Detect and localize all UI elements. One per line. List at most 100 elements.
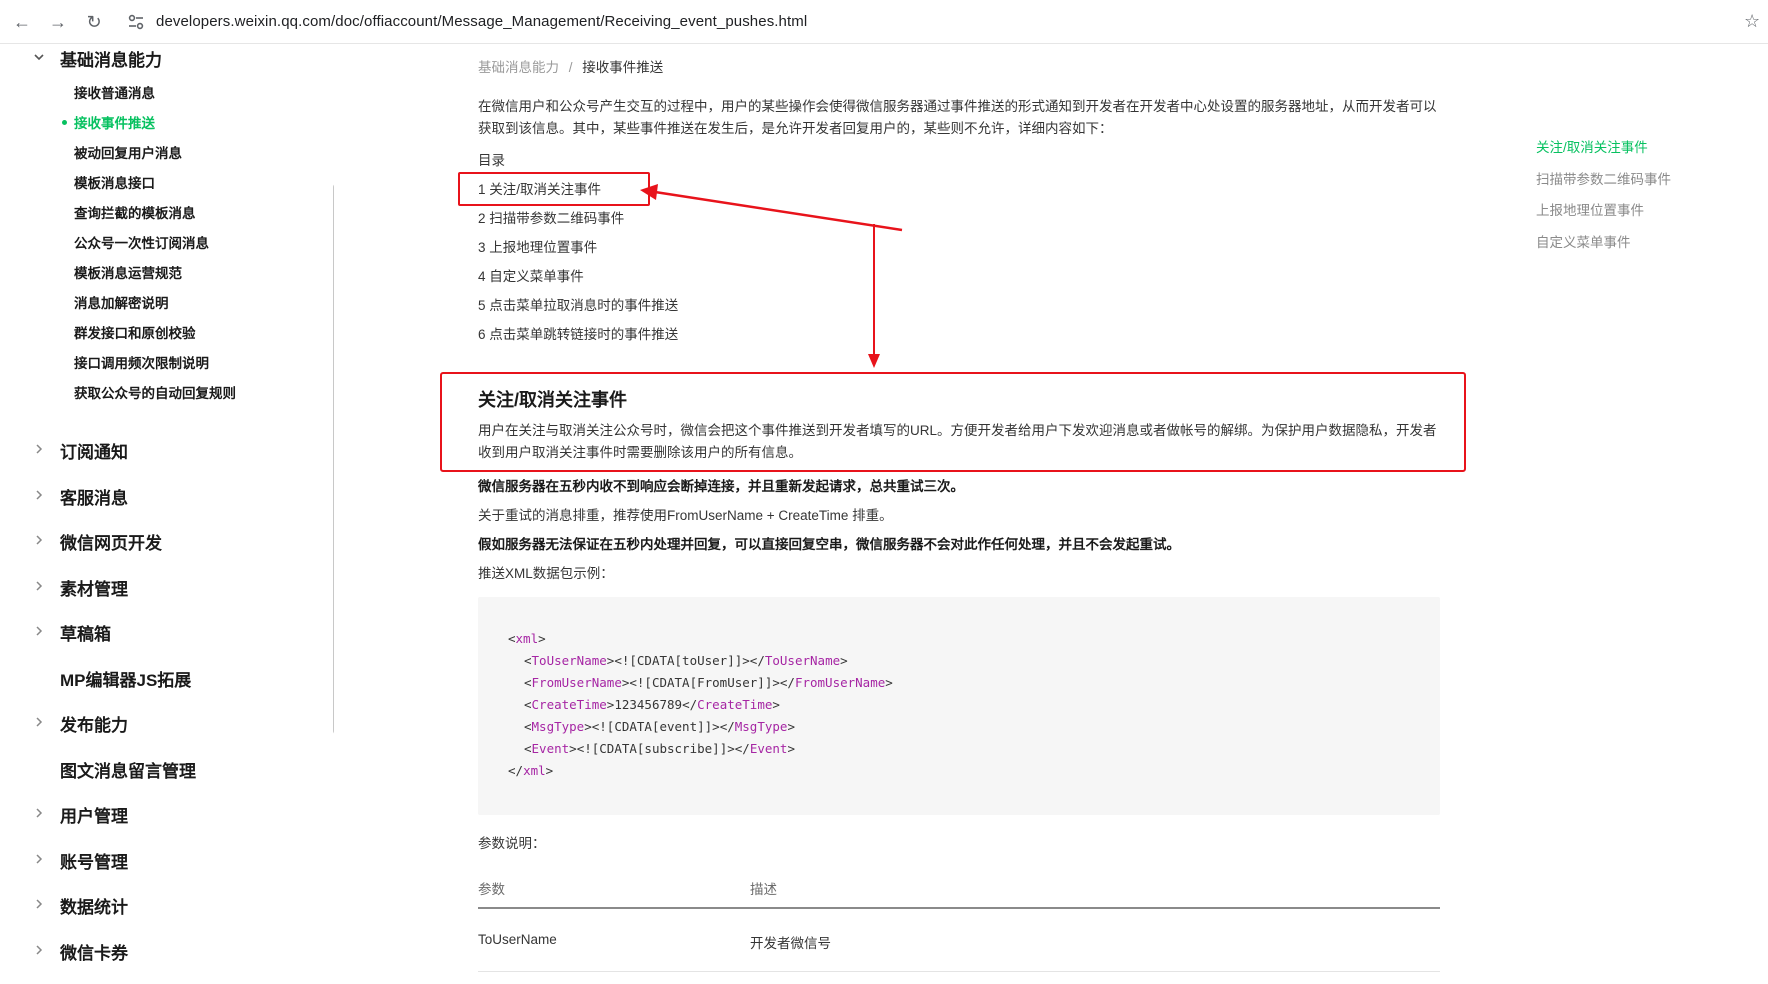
code-content: <![CDATA[FromUser]]> — [629, 675, 780, 690]
code-bracket: > — [545, 763, 554, 778]
forward-icon[interactable]: → — [46, 10, 70, 34]
sidebar-section[interactable]: 草稿箱 — [0, 612, 334, 652]
browser-toolbar: ← → ↻ developers.weixin.qq.com/doc/offia… — [0, 0, 1768, 44]
code-bracket: </ — [682, 697, 698, 712]
section-title: 关注/取消关注事件 — [478, 390, 628, 410]
sidebar-section-label: 数据统计 — [60, 898, 128, 917]
xml-example-label: 推送XML数据包示例： — [478, 566, 614, 581]
code-bracket: > — [885, 675, 893, 690]
params-header-name: 参数 — [478, 882, 505, 897]
table-row-divider — [478, 971, 1440, 972]
sidebar-section[interactable]: 微信门店 — [0, 976, 334, 984]
sidebar-section[interactable]: MP编辑器JS拓展 — [0, 658, 334, 698]
active-dot-icon — [62, 120, 67, 125]
sidebar-sub-item[interactable]: 查询拦截的模板消息 — [74, 202, 196, 222]
code-tag: ToUserName — [764, 653, 841, 668]
right-toc-link[interactable]: 上报地理位置事件 — [1536, 199, 1644, 219]
sidebar-sub-item[interactable]: 群发接口和原创校验 — [74, 322, 196, 342]
annotation-box-toc-item — [458, 172, 650, 206]
sidebar-section[interactable]: 账号管理 — [0, 840, 334, 880]
sidebar-scrollbar[interactable] — [333, 184, 334, 734]
breadcrumb: 基础消息能力 / 接收事件推送 — [478, 56, 663, 76]
sidebar-section[interactable]: 微信网页开发 — [0, 521, 334, 561]
site-settings-icon[interactable] — [126, 12, 146, 32]
toc-link[interactable]: 5 点击菜单拉取消息时的事件推送 — [478, 294, 678, 314]
code-bracket: </ — [719, 719, 735, 734]
code-bracket: > — [772, 697, 780, 712]
empty-reply-note: 假如服务器无法保证在五秒内处理并回复，可以直接回复空串，微信服务器不会对此作任何… — [478, 537, 1180, 552]
sidebar-section[interactable]: 发布能力 — [0, 703, 334, 743]
sidebar-section-label: 客服消息 — [60, 488, 128, 508]
intro-paragraph: 在微信用户和公众号产生交互的过程中，用户的某些操作会使得微信服务器通过事件推送的… — [478, 99, 1437, 136]
sidebar-section-label: 图文消息留言管理 — [60, 761, 196, 781]
chevron-right-icon — [36, 717, 43, 727]
breadcrumb-parent-link[interactable]: 基础消息能力 — [478, 60, 559, 75]
right-toc-link[interactable]: 关注/取消关注事件 — [1536, 136, 1648, 156]
code-tag: xml — [523, 763, 546, 778]
breadcrumb-separator: / — [568, 60, 573, 75]
code-bracket: </ — [508, 763, 524, 778]
sidebar-section[interactable]: 微信卡券 — [0, 931, 334, 971]
sidebar-nav: 基础消息能力 接收普通消息 接收事件推送被动回复用户消息 模板消息接口查询拦截的模板… — [0, 44, 334, 984]
toc-link[interactable]: 2 扫描带参数二维码事件 — [478, 207, 624, 227]
sidebar-sub-item[interactable]: 消息加解密说明 — [74, 292, 169, 312]
code-tag: FromUserName — [794, 675, 886, 690]
reload-icon[interactable]: ↻ — [82, 10, 106, 34]
chevron-right-icon — [36, 899, 43, 909]
chevron-right-icon — [36, 853, 43, 864]
sidebar-section[interactable]: 用户管理 — [0, 794, 334, 834]
chevron-down-icon — [34, 54, 44, 61]
dedup-note: 关于重试的消息排重，推荐使用FromUserName + CreateTime … — [478, 508, 893, 523]
params-row-name: ToUserName — [478, 932, 557, 947]
code-line: </xml> — [508, 763, 553, 778]
code-bracket: > — [787, 741, 795, 756]
code-content: <![CDATA[event]]> — [591, 719, 720, 734]
sidebar-section-label: 用户管理 — [60, 807, 128, 826]
code-tag: CreateTime — [697, 697, 773, 712]
sidebar-sub-item[interactable]: 获取公众号的自动回复规则 — [74, 382, 236, 402]
toc-link[interactable]: 6 点击菜单跳转链接时的事件推送 — [478, 323, 678, 343]
code-content: <![CDATA[subscribe]]> — [576, 741, 735, 756]
right-toc-link[interactable]: 扫描带参数二维码事件 — [1536, 168, 1671, 188]
code-line: <Event><![CDATA[subscribe]]></Event> — [524, 741, 795, 756]
code-tag: MsgType — [734, 719, 788, 734]
sidebar-sub-item[interactable]: 公众号一次性订阅消息 — [74, 232, 209, 252]
sidebar-section[interactable]: 图文消息留言管理 — [0, 749, 334, 789]
sidebar-sub-item[interactable]: 被动回复用户消息 — [74, 142, 182, 162]
sidebar-sub-item[interactable]: 接收普通消息 — [74, 82, 155, 102]
params-row-desc: 开发者微信号 — [750, 936, 831, 951]
sidebar-sub-item[interactable]: 接收事件推送 — [74, 112, 155, 132]
sidebar-sub-item[interactable]: 接口调用频次限制说明 — [74, 352, 209, 372]
code-line: <MsgType><![CDATA[event]]></MsgType> — [524, 719, 795, 734]
code-line: <CreateTime>123456789</CreateTime> — [524, 697, 780, 712]
code-bracket: < — [524, 741, 532, 756]
sidebar-section[interactable]: 客服消息 — [0, 476, 334, 516]
code-bracket: > — [840, 653, 848, 668]
code-bracket: > — [569, 741, 577, 756]
code-bracket: < — [524, 719, 532, 734]
toc-title: 目录 — [478, 153, 505, 168]
sidebar-section[interactable]: 订阅通知 — [0, 430, 334, 470]
sidebar-section[interactable]: 数据统计 — [0, 885, 334, 925]
toc-link[interactable]: 4 自定义菜单事件 — [478, 265, 584, 285]
back-icon[interactable]: ← — [10, 10, 34, 34]
chevron-right-icon — [36, 808, 43, 818]
code-bracket: </ — [734, 741, 750, 756]
sidebar-section-label: MP编辑器JS拓展 — [60, 670, 192, 690]
bookmark-star-icon[interactable]: ☆ — [1744, 11, 1760, 32]
sidebar-section[interactable]: 素材管理 — [0, 567, 334, 607]
code-bracket: > — [584, 719, 592, 734]
code-bracket: </ — [749, 653, 765, 668]
sidebar-section-basic-messages[interactable]: 基础消息能力 — [0, 44, 334, 84]
chevron-right-icon — [36, 626, 43, 636]
code-tag: Event — [749, 741, 788, 756]
chevron-right-icon — [36, 489, 43, 500]
toc-link[interactable]: 3 上报地理位置事件 — [478, 236, 597, 256]
address-bar-url[interactable]: developers.weixin.qq.com/doc/offiaccount… — [156, 13, 807, 30]
sidebar-sub-item[interactable]: 模板消息接口 — [74, 172, 155, 192]
chevron-right-icon — [36, 944, 43, 955]
sidebar-sub-item[interactable]: 模板消息运营规范 — [74, 262, 182, 282]
code-line: <FromUserName><![CDATA[FromUser]]></From… — [524, 675, 893, 690]
breadcrumb-current: 接收事件推送 — [582, 60, 664, 75]
right-toc-link[interactable]: 自定义菜单事件 — [1536, 231, 1631, 251]
